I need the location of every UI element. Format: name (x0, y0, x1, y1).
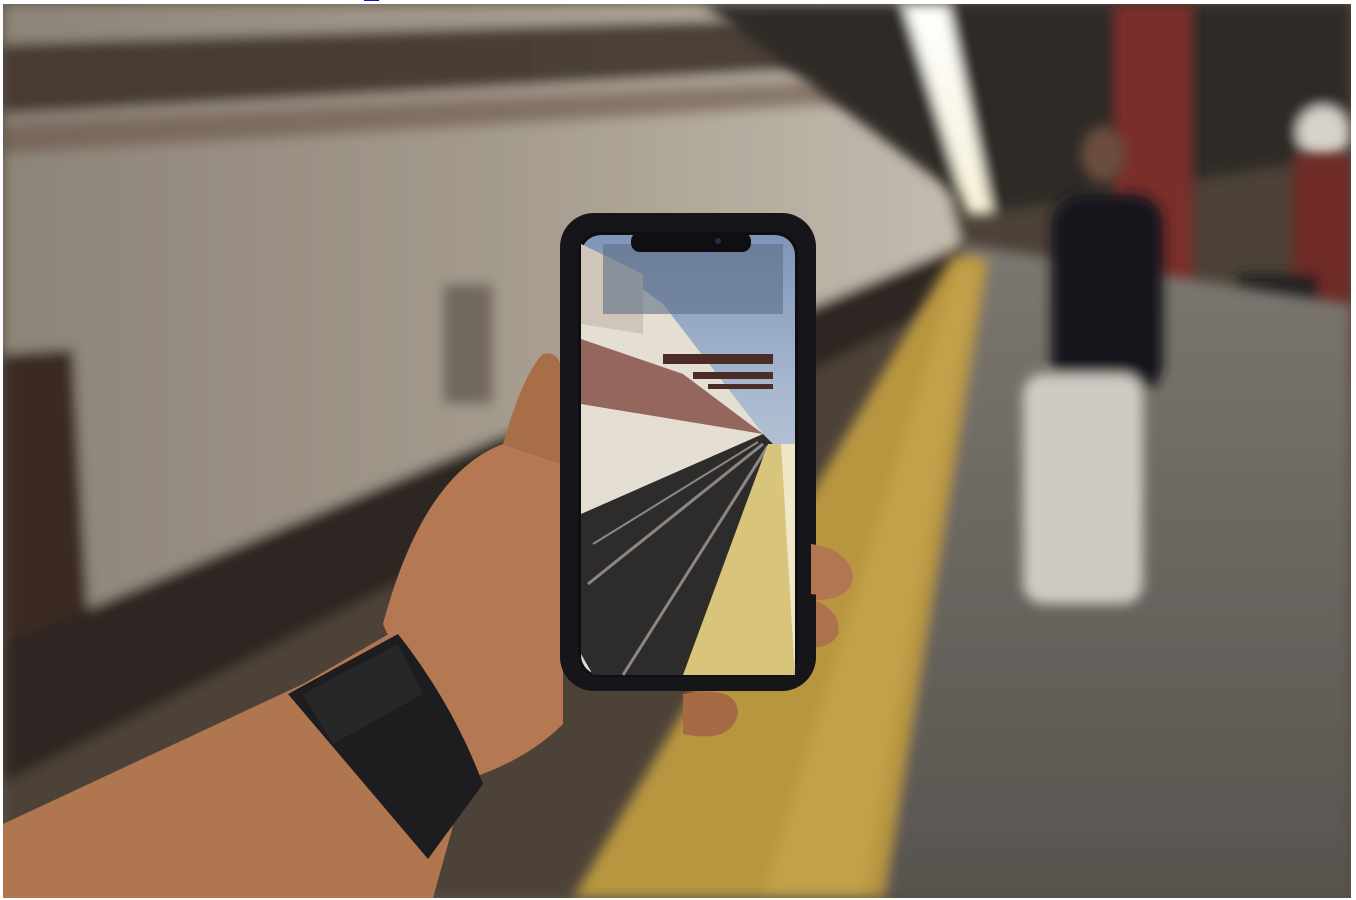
phone-screen (581, 235, 795, 676)
subway-scene-svg (3, 4, 1351, 898)
source-link[interactable]: link (364, 0, 379, 2)
subway-photo (3, 4, 1351, 898)
smartphone (560, 213, 851, 691)
